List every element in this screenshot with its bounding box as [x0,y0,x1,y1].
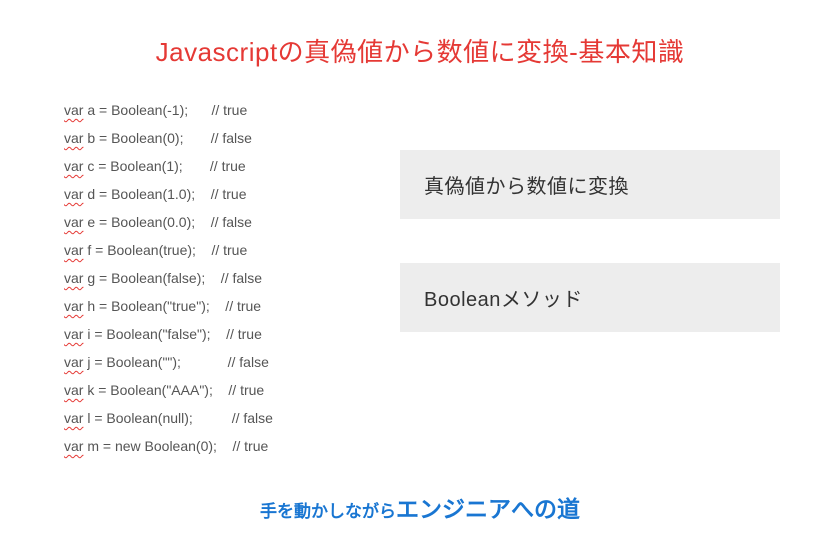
code-block: var a = Boolean(-1); // true var b = Boo… [64,96,273,460]
code-line: var b = Boolean(0); // false [64,124,273,152]
var-keyword: var [64,354,83,370]
code-line: var m = new Boolean(0); // true [64,432,273,460]
var-keyword: var [64,270,83,286]
code-line: var c = Boolean(1); // true [64,152,273,180]
code-rest: g = Boolean(false); // false [83,270,262,286]
code-rest: l = Boolean(null); // false [83,410,272,426]
var-keyword: var [64,410,83,426]
code-rest: m = new Boolean(0); // true [83,438,268,454]
code-rest: e = Boolean(0.0); // false [83,214,252,230]
code-rest: i = Boolean("false"); // true [83,326,261,342]
side-box-conversion: 真偽値から数値に変換 [400,150,780,219]
code-line: var d = Boolean(1.0); // true [64,180,273,208]
code-line: var f = Boolean(true); // true [64,236,273,264]
code-line: var h = Boolean("true"); // true [64,292,273,320]
code-rest: k = Boolean("AAA"); // true [83,382,264,398]
code-rest: c = Boolean(1); // true [83,158,245,174]
var-keyword: var [64,298,83,314]
var-keyword: var [64,214,83,230]
code-rest: d = Boolean(1.0); // true [83,186,246,202]
var-keyword: var [64,326,83,342]
footer-big: エンジニアへの道 [396,496,580,522]
code-line: var a = Boolean(-1); // true [64,96,273,124]
var-keyword: var [64,158,83,174]
footer-small: 手を動かしながら [260,502,396,521]
var-keyword: var [64,130,83,146]
code-line: var e = Boolean(0.0); // false [64,208,273,236]
code-line: var g = Boolean(false); // false [64,264,273,292]
var-keyword: var [64,438,83,454]
var-keyword: var [64,186,83,202]
code-rest: a = Boolean(-1); // true [83,102,247,118]
code-line: var j = Boolean(""); // false [64,348,273,376]
code-line: var l = Boolean(null); // false [64,404,273,432]
var-keyword: var [64,382,83,398]
var-keyword: var [64,242,83,258]
footer-text: 手を動かしながらエンジニアへの道 [0,490,840,524]
code-rest: b = Boolean(0); // false [83,130,251,146]
side-box-boolean-method: Booleanメソッド [400,263,780,332]
side-boxes: 真偽値から数値に変換 Booleanメソッド [400,150,780,376]
var-keyword: var [64,102,83,118]
code-rest: j = Boolean(""); // false [83,354,268,370]
code-rest: f = Boolean(true); // true [83,242,247,258]
code-line: var k = Boolean("AAA"); // true [64,376,273,404]
code-rest: h = Boolean("true"); // true [83,298,261,314]
code-line: var i = Boolean("false"); // true [64,320,273,348]
page-title: Javascriptの真偽値から数値に変換-基本知識 [0,0,840,69]
